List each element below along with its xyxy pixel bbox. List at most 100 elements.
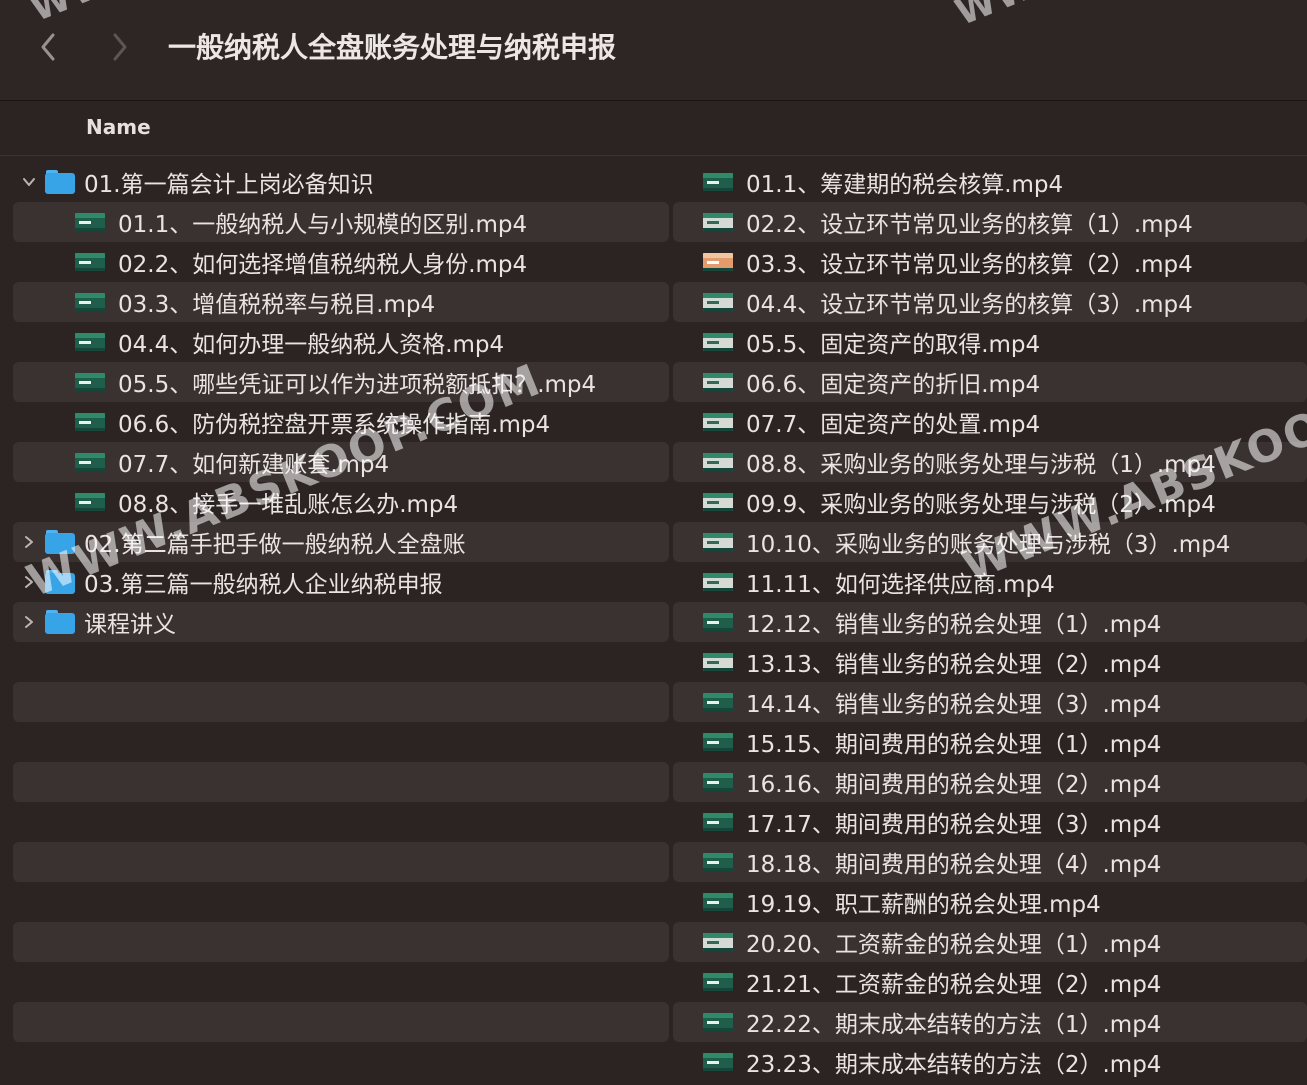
- video-thumbnail-icon: [75, 373, 105, 391]
- empty-row: [13, 842, 669, 882]
- file-name: 19.19、职工薪酬的税会处理.mp4: [746, 892, 1101, 918]
- forward-button[interactable]: [105, 30, 135, 64]
- file-row[interactable]: 02.2、如何选择增值税纳税人身份.mp4: [13, 242, 669, 282]
- chevron-right-icon: [113, 33, 127, 61]
- empty-row: [13, 882, 669, 922]
- file-row[interactable]: 07.7、如何新建账套.mp4: [13, 442, 669, 482]
- file-name: 08.8、接手一堆乱账怎么办.mp4: [118, 492, 459, 518]
- disclosure-chevron-down-icon[interactable]: [22, 175, 36, 189]
- toolbar: 一般纳税人全盘账务处理与纳税申报: [0, 0, 1307, 101]
- file-row[interactable]: 01.1、一般纳税人与小规模的区别.mp4: [13, 202, 669, 242]
- column-header-name[interactable]: Name: [86, 115, 151, 139]
- file-name: 16.16、期间费用的税会处理（2）.mp4: [746, 772, 1162, 798]
- file-name: 13.13、销售业务的税会处理（2）.mp4: [746, 652, 1162, 678]
- file-row[interactable]: 22.22、期末成本结转的方法（1）.mp4: [673, 1002, 1307, 1042]
- file-row[interactable]: 04.4、如何办理一般纳税人资格.mp4: [13, 322, 669, 362]
- file-name: 06.6、防伪税控盘开票系统操作指南.mp4: [118, 412, 551, 438]
- file-row[interactable]: 03.3、设立环节常见业务的核算（2）.mp4: [673, 242, 1307, 282]
- empty-row: [13, 762, 669, 802]
- file-name: 02.2、如何选择增值税纳税人身份.mp4: [118, 252, 528, 278]
- video-thumbnail-icon: [703, 373, 733, 391]
- folder-name: 课程讲义: [84, 612, 176, 638]
- folder-row[interactable]: 课程讲义: [13, 602, 669, 642]
- video-thumbnail-icon: [703, 813, 733, 831]
- file-name: 05.5、固定资产的取得.mp4: [746, 332, 1041, 358]
- column-header-bar: Name: [0, 101, 1307, 156]
- video-thumbnail-icon: [75, 293, 105, 311]
- file-row[interactable]: 06.6、防伪税控盘开票系统操作指南.mp4: [13, 402, 669, 442]
- video-thumbnail-icon: [703, 253, 733, 271]
- file-row[interactable]: 09.9、采购业务的账务处理与涉税（2）.mp4: [673, 482, 1307, 522]
- video-thumbnail-icon: [703, 453, 733, 471]
- file-name: 04.4、如何办理一般纳税人资格.mp4: [118, 332, 505, 358]
- file-name: 09.9、采购业务的账务处理与涉税（2）.mp4: [746, 492, 1216, 518]
- video-thumbnail-icon: [703, 853, 733, 871]
- video-thumbnail-icon: [703, 733, 733, 751]
- file-row[interactable]: 04.4、设立环节常见业务的核算（3）.mp4: [673, 282, 1307, 322]
- file-row[interactable]: 19.19、职工薪酬的税会处理.mp4: [673, 882, 1307, 922]
- file-row[interactable]: 12.12、销售业务的税会处理（1）.mp4: [673, 602, 1307, 642]
- file-row[interactable]: 13.13、销售业务的税会处理（2）.mp4: [673, 642, 1307, 682]
- file-name: 06.6、固定资产的折旧.mp4: [746, 372, 1041, 398]
- folder-icon: [45, 610, 75, 634]
- file-name: 18.18、期间费用的税会处理（4）.mp4: [746, 852, 1162, 878]
- file-row[interactable]: 05.5、哪些凭证可以作为进项税额抵扣？.mp4: [13, 362, 669, 402]
- file-row[interactable]: 06.6、固定资产的折旧.mp4: [673, 362, 1307, 402]
- disclosure-chevron-right-icon[interactable]: [22, 535, 36, 549]
- file-name: 03.3、增值税税率与税目.mp4: [118, 292, 436, 318]
- disclosure-chevron-right-icon[interactable]: [22, 575, 36, 589]
- video-thumbnail-icon: [703, 413, 733, 431]
- file-row[interactable]: 10.10、采购业务的账务处理与涉税（3）.mp4: [673, 522, 1307, 562]
- window-title: 一般纳税人全盘账务处理与纳税申报: [168, 31, 617, 64]
- folder-name: 03.第三篇一般纳税人企业纳税申报: [84, 572, 443, 598]
- folder-icon: [45, 570, 75, 594]
- video-thumbnail-icon: [75, 213, 105, 231]
- file-row[interactable]: 14.14、销售业务的税会处理（3）.mp4: [673, 682, 1307, 722]
- back-button[interactable]: [33, 30, 63, 64]
- video-thumbnail-icon: [703, 693, 733, 711]
- file-name: 10.10、采购业务的账务处理与涉税（3）.mp4: [746, 532, 1231, 558]
- video-thumbnail-icon: [703, 493, 733, 511]
- folder-row[interactable]: 02.第二篇手把手做一般纳税人全盘账: [13, 522, 669, 562]
- file-name: 23.23、期末成本结转的方法（2）.mp4: [746, 1052, 1162, 1078]
- disclosure-chevron-right-icon[interactable]: [22, 615, 36, 629]
- file-name: 07.7、固定资产的处置.mp4: [746, 412, 1041, 438]
- video-thumbnail-icon: [703, 173, 733, 191]
- file-row[interactable]: 08.8、采购业务的账务处理与涉税（1）.mp4: [673, 442, 1307, 482]
- file-row[interactable]: 05.5、固定资产的取得.mp4: [673, 322, 1307, 362]
- folder-row[interactable]: 03.第三篇一般纳税人企业纳税申报: [13, 562, 669, 602]
- file-row[interactable]: 11.11、如何选择供应商.mp4: [673, 562, 1307, 602]
- file-name: 21.21、工资薪金的税会处理（2）.mp4: [746, 972, 1162, 998]
- video-thumbnail-icon: [75, 413, 105, 431]
- file-name: 03.3、设立环节常见业务的核算（2）.mp4: [746, 252, 1193, 278]
- file-row[interactable]: 18.18、期间费用的税会处理（4）.mp4: [673, 842, 1307, 882]
- video-thumbnail-icon: [703, 653, 733, 671]
- file-row[interactable]: 23.23、期末成本结转的方法（2）.mp4: [673, 1042, 1307, 1082]
- file-name: 14.14、销售业务的税会处理（3）.mp4: [746, 692, 1162, 718]
- file-row[interactable]: 17.17、期间费用的税会处理（3）.mp4: [673, 802, 1307, 842]
- file-name: 02.2、设立环节常见业务的核算（1）.mp4: [746, 212, 1193, 238]
- empty-row: [13, 962, 669, 1002]
- file-name: 08.8、采购业务的账务处理与涉税（1）.mp4: [746, 452, 1216, 478]
- file-row[interactable]: 03.3、增值税税率与税目.mp4: [13, 282, 669, 322]
- file-row[interactable]: 15.15、期间费用的税会处理（1）.mp4: [673, 722, 1307, 762]
- empty-row: [13, 1002, 669, 1042]
- video-thumbnail-icon: [703, 573, 733, 591]
- file-row[interactable]: 02.2、设立环节常见业务的核算（1）.mp4: [673, 202, 1307, 242]
- file-name: 15.15、期间费用的税会处理（1）.mp4: [746, 732, 1162, 758]
- file-name: 11.11、如何选择供应商.mp4: [746, 572, 1055, 598]
- file-name: 12.12、销售业务的税会处理（1）.mp4: [746, 612, 1162, 638]
- file-row[interactable]: 01.1、筹建期的税会核算.mp4: [673, 162, 1307, 202]
- right-file-list: 01.1、筹建期的税会核算.mp4 02.2、设立环节常见业务的核算（1）.mp4…: [673, 162, 1307, 1082]
- file-row[interactable]: 20.20、工资薪金的税会处理（1）.mp4: [673, 922, 1307, 962]
- folder-row[interactable]: 01.第一篇会计上岗必备知识: [13, 162, 669, 202]
- file-name: 04.4、设立环节常见业务的核算（3）.mp4: [746, 292, 1193, 318]
- video-thumbnail-icon: [703, 213, 733, 231]
- left-file-list: 01.第一篇会计上岗必备知识 01.1、一般纳税人与小规模的区别.mp4 02.2、…: [13, 162, 669, 1082]
- file-row[interactable]: 21.21、工资薪金的税会处理（2）.mp4: [673, 962, 1307, 1002]
- file-row[interactable]: 16.16、期间费用的税会处理（2）.mp4: [673, 762, 1307, 802]
- file-name: 07.7、如何新建账套.mp4: [118, 452, 390, 478]
- empty-row: [13, 1042, 669, 1082]
- file-row[interactable]: 08.8、接手一堆乱账怎么办.mp4: [13, 482, 669, 522]
- file-row[interactable]: 07.7、固定资产的处置.mp4: [673, 402, 1307, 442]
